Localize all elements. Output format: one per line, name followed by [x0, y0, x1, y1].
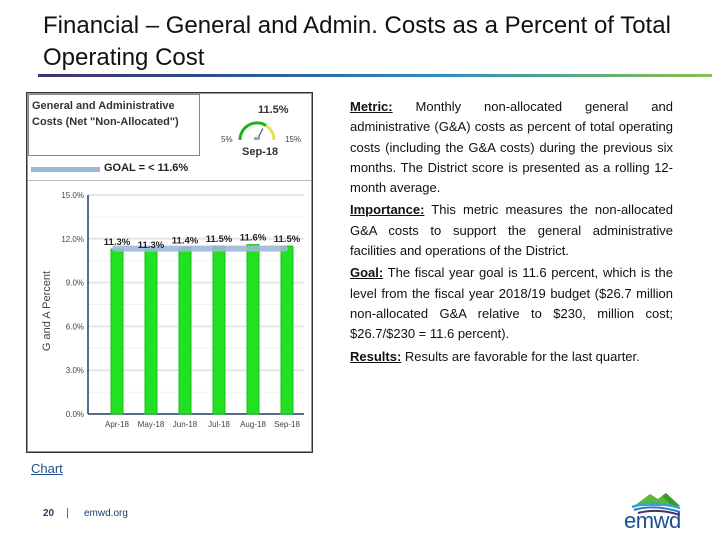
metric-paragraph: Metric: Monthly non-allocated general an…: [350, 97, 673, 198]
data-label: 11.3%: [104, 237, 131, 248]
bar: [178, 247, 192, 415]
goal-paragraph: Goal: The fiscal year goal is 11.6 perce…: [350, 263, 673, 344]
x-tick-label: Aug-18: [240, 420, 266, 429]
y-axis-label: G and A Percent: [41, 270, 53, 352]
y-tick-label: 15.0%: [61, 191, 84, 200]
x-tick-label: Jul-18: [208, 420, 230, 429]
chart-header-title: General and Administrative Costs (Net "N…: [32, 100, 179, 128]
data-label: 11.5%: [206, 234, 233, 245]
metric-text: Monthly non-allocated general and admini…: [350, 99, 673, 196]
x-tick-label: Sep-18: [274, 420, 300, 429]
importance-paragraph: Importance: This metric measures the non…: [350, 200, 673, 261]
gauge-min-label: 5%: [221, 135, 233, 144]
slide-title: Financial – General and Admin. Costs as …: [43, 12, 671, 71]
y-tick-label: 9.0%: [66, 279, 84, 288]
bar: [246, 244, 260, 415]
metric-label: Metric:: [350, 99, 393, 114]
results-paragraph: Results: Results are favorable for the l…: [350, 347, 673, 367]
results-text: Results are favorable for the last quart…: [401, 348, 640, 364]
goal-legend-swatch: [31, 167, 100, 172]
title-divider: [38, 74, 712, 77]
bar-chart: 0.0% 3.0% 6.0% 9.0% 12.0% 15.0% Apr-18 May-18 Ju…: [61, 191, 304, 429]
x-tick-label: Jun-18: [173, 420, 198, 429]
chart-link[interactable]: Chart: [31, 461, 63, 476]
y-tick-label: 0.0%: [66, 410, 84, 419]
gauge-max-label: 15%: [285, 135, 302, 144]
footer-website: emwd.org: [84, 508, 128, 519]
data-label: 11.3%: [138, 240, 165, 251]
goal-label: Goal:: [350, 265, 384, 281]
results-label: Results:: [350, 348, 402, 364]
bar: [110, 248, 124, 415]
importance-label: Importance:: [350, 202, 425, 218]
gauge-hub: [254, 137, 260, 140]
y-tick-label: 3.0%: [66, 366, 84, 375]
y-tick-label: 6.0%: [66, 322, 84, 331]
x-tick-label: Apr-18: [105, 420, 130, 429]
data-label: 11.6%: [240, 233, 267, 244]
goal-text: The fiscal year goal is 11.6 percent, wh…: [350, 265, 673, 342]
footer-separator: |: [66, 507, 69, 519]
bar: [212, 245, 226, 415]
gauge-value: 11.5%: [258, 104, 289, 116]
gauge-icon: [238, 121, 276, 141]
page-number: 20: [43, 508, 55, 519]
y-tick-label: 12.0%: [61, 235, 84, 244]
logo-text: emwd: [624, 508, 681, 533]
bar: [144, 248, 158, 415]
gauge-date: Sep-18: [242, 146, 279, 158]
goal-legend-label: GOAL = < 11.6%: [104, 162, 189, 174]
metric-description: Metric: Monthly non-allocated general an…: [350, 97, 673, 367]
data-label: 11.5%: [274, 234, 301, 245]
bar: [280, 245, 294, 415]
data-label: 11.4%: [172, 236, 199, 247]
x-tick-label: May-18: [138, 420, 165, 429]
